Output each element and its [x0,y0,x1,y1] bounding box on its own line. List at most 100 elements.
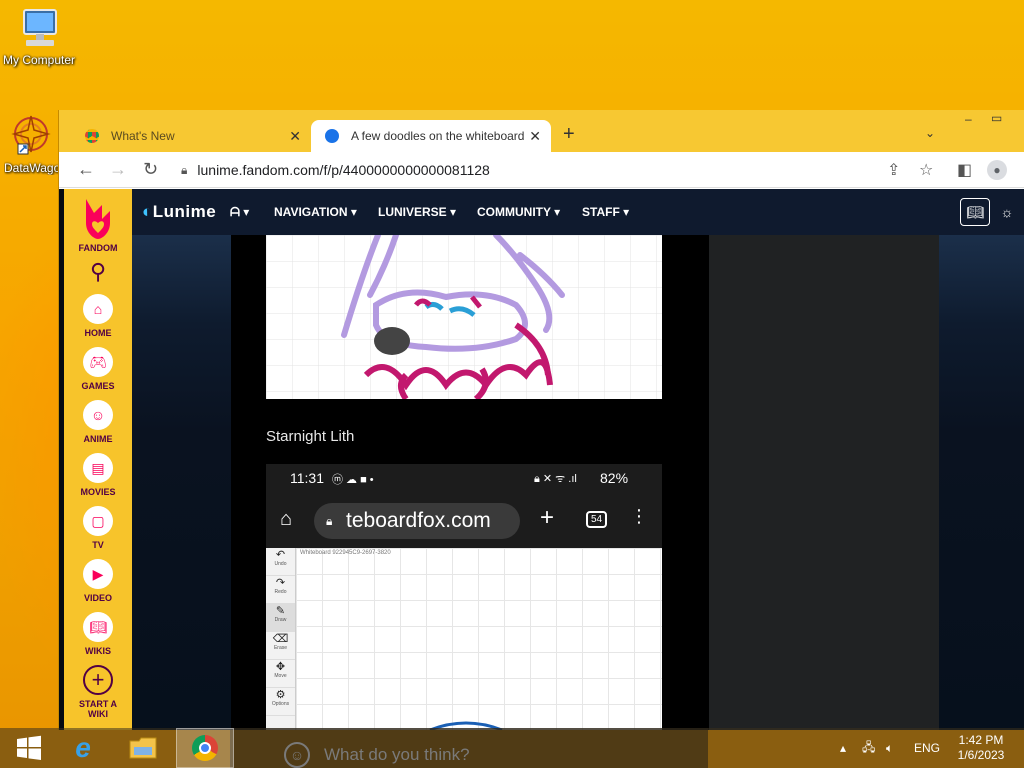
phone-url-pill: 🔒︎ teboardfox.com [314,503,520,539]
wb-tool-label: Options [271,701,290,707]
rail-item-start-wiki[interactable]: + START A WIKI [73,665,123,719]
fandom-logo-icon[interactable] [80,197,116,241]
rail-label: WIKIS [85,646,111,656]
phone-notification-icons: ⓜ ☁ ■ • [332,474,374,486]
desktop-icon-my-computer[interactable]: My Computer [0,8,78,67]
wb-tool-label: Move [274,673,287,679]
nav-staff[interactable]: STAFF ▾ [582,205,629,219]
maximize-button[interactable]: ▭ [991,111,1002,125]
wiki-activity-book-icon[interactable]: 📖︎ [960,198,990,226]
tab-close-icon[interactable]: ✕ [529,128,541,145]
forward-button[interactable]: → [109,159,127,180]
browser-window: What's New ✕ A few doodles on the whiteb… [58,110,1024,730]
tab-close-icon[interactable]: ✕ [289,128,301,145]
rail-item-wikis[interactable]: 📖︎ WIKIS [83,612,113,656]
reload-button[interactable]: ↻ [143,159,158,180]
phone-battery: 82% [600,470,629,486]
whiteboard-id: Whiteboard 922945C9-2697-3820 [300,550,391,556]
tab-doodles[interactable]: A few doodles on the whiteboard ✕ [311,120,551,152]
tab-search-chevron-icon[interactable]: ⌄ [925,126,935,140]
rail-item-movies[interactable]: ▤ MOVIES [80,453,116,497]
anime-icon: ☺ [83,400,113,430]
clock-date: 1/6/2023 [957,748,1005,762]
nav-navigation[interactable]: NAVIGATION ▾ [274,205,357,219]
taskbar-internet-explorer[interactable]: e [54,728,112,768]
share-icon[interactable]: ⇪ [887,160,900,180]
network-icon[interactable]: 🖧︎ [862,728,875,768]
tab-title: A few doodles on the whiteboard [351,129,525,143]
user-avatar-icon: ☺ [284,742,310,768]
wb-tool-label: Draw [274,617,287,623]
taskbar-chrome[interactable] [176,728,234,768]
post-image-doodle[interactable] [266,235,662,399]
rail-item-games[interactable]: 🎮︎ GAMES [81,347,115,391]
nav-luniverse[interactable]: LUNIVERSE ▾ [378,205,456,219]
rail-label: ANIME [83,434,113,444]
rail-label: START A WIKI [79,699,117,719]
fandom-brand-label: FANDOM [78,243,118,253]
whiteboard-canvas [296,548,662,730]
phone-plus-icon: + [540,504,555,531]
rail-item-home[interactable]: ⌂ HOME [83,294,113,338]
nav-community[interactable]: COMMUNITY ▾ [477,205,560,219]
rail-label: GAMES [81,381,115,391]
wb-options-icon: ⚙ Options [266,688,295,716]
rail-item-video[interactable]: ▶ VIDEO [83,559,113,603]
plus-circle-icon: + [83,665,113,695]
wb-move-icon: ✥ Move [266,660,295,688]
browser-titlebar: What's New ✕ A few doodles on the whiteb… [59,110,1024,152]
phone-tab-count: 54 [586,511,608,528]
tab-whats-new[interactable]: What's New ✕ [71,120,311,152]
phone-signal-icons: 🔒︎ ✕ ᯤ .ıl [534,473,577,485]
nav-label: COMMUNITY [477,205,551,219]
rail-item-anime[interactable]: ☺ ANIME [83,400,113,444]
new-tab-button[interactable]: + [563,123,575,146]
address-bar[interactable]: 🔒︎ lunime.fandom.com/f/p/440000000000008… [171,156,921,184]
search-icon: ⚲ [89,259,107,284]
volume-icon[interactable]: 🔈︎ [886,728,893,768]
bookmark-star-icon[interactable]: ☆ [919,160,933,180]
wb-erase-icon: ⌫ Erase [266,632,295,660]
phone-lock-icon: 🔒︎ [326,514,333,528]
nav-label: NAVIGATION [274,205,348,219]
show-hidden-icons-button[interactable]: ▴ [840,728,846,768]
side-panel-icon[interactable]: ◧ [957,160,972,180]
folder-icon [129,737,157,759]
chrome-icon [192,735,218,761]
chrome-favicon-icon [85,129,99,143]
datawagon-icon [8,112,54,158]
profile-avatar[interactable]: ● [987,160,1007,180]
taskbar-file-explorer[interactable] [114,728,172,768]
taskbar-clock[interactable]: 1:42 PM 1/6/2023 [946,733,1016,763]
wiki-menu-icon[interactable]: ᗩ ▾ [230,205,249,220]
windows-logo-icon [17,735,41,760]
theme-toggle-sun-icon[interactable]: ☼ [992,198,1022,226]
start-button[interactable] [0,728,58,768]
comment-input[interactable]: ☺ What do you think? [284,742,470,768]
nav-label: STAFF [582,205,620,219]
web-page: FANDOM ⚲ ⌂ HOME 🎮︎ GAMES ☺ ANIME ▤ MOVIE… [59,189,1024,730]
gamepad-icon: 🎮︎ [82,347,113,377]
language-indicator[interactable]: ENG [914,728,940,768]
home-icon: ⌂ [83,294,113,324]
desktop-icon-label: My Computer [2,53,76,67]
rail-item-tv[interactable]: ▢ TV [83,506,113,550]
rail-label: TV [92,540,104,550]
tab-title: What's New [111,129,175,143]
phone-time: 11:31 [290,470,324,486]
phone-home-icon: ⌂ [280,508,293,530]
fandom-search[interactable]: ⚲ [90,259,106,285]
internet-explorer-icon: e [75,732,91,763]
wiki-logo[interactable]: ◐Lunime [142,202,216,222]
minimize-button[interactable]: – [965,112,972,126]
post-image-phone-screenshot[interactable]: 11:31 ⓜ ☁ ■ • 🔒︎ ✕ ᯤ .ıl 82% ⌂ 🔒︎ teboar… [266,464,662,730]
url-text: lunime.fandom.com/f/p/440000000000008112… [197,162,490,178]
wb-draw-icon: ✎ Draw [266,604,295,632]
nav-label: LUNIVERSE [378,205,447,219]
rail-label: MOVIES [80,487,116,497]
rail-label: HOME [84,328,112,338]
back-button[interactable]: ← [77,159,95,180]
wiki-logo-text: Lunime [152,202,217,221]
tv-icon: ▢ [83,506,113,536]
lunime-logo-icon: ◐ [142,202,153,221]
